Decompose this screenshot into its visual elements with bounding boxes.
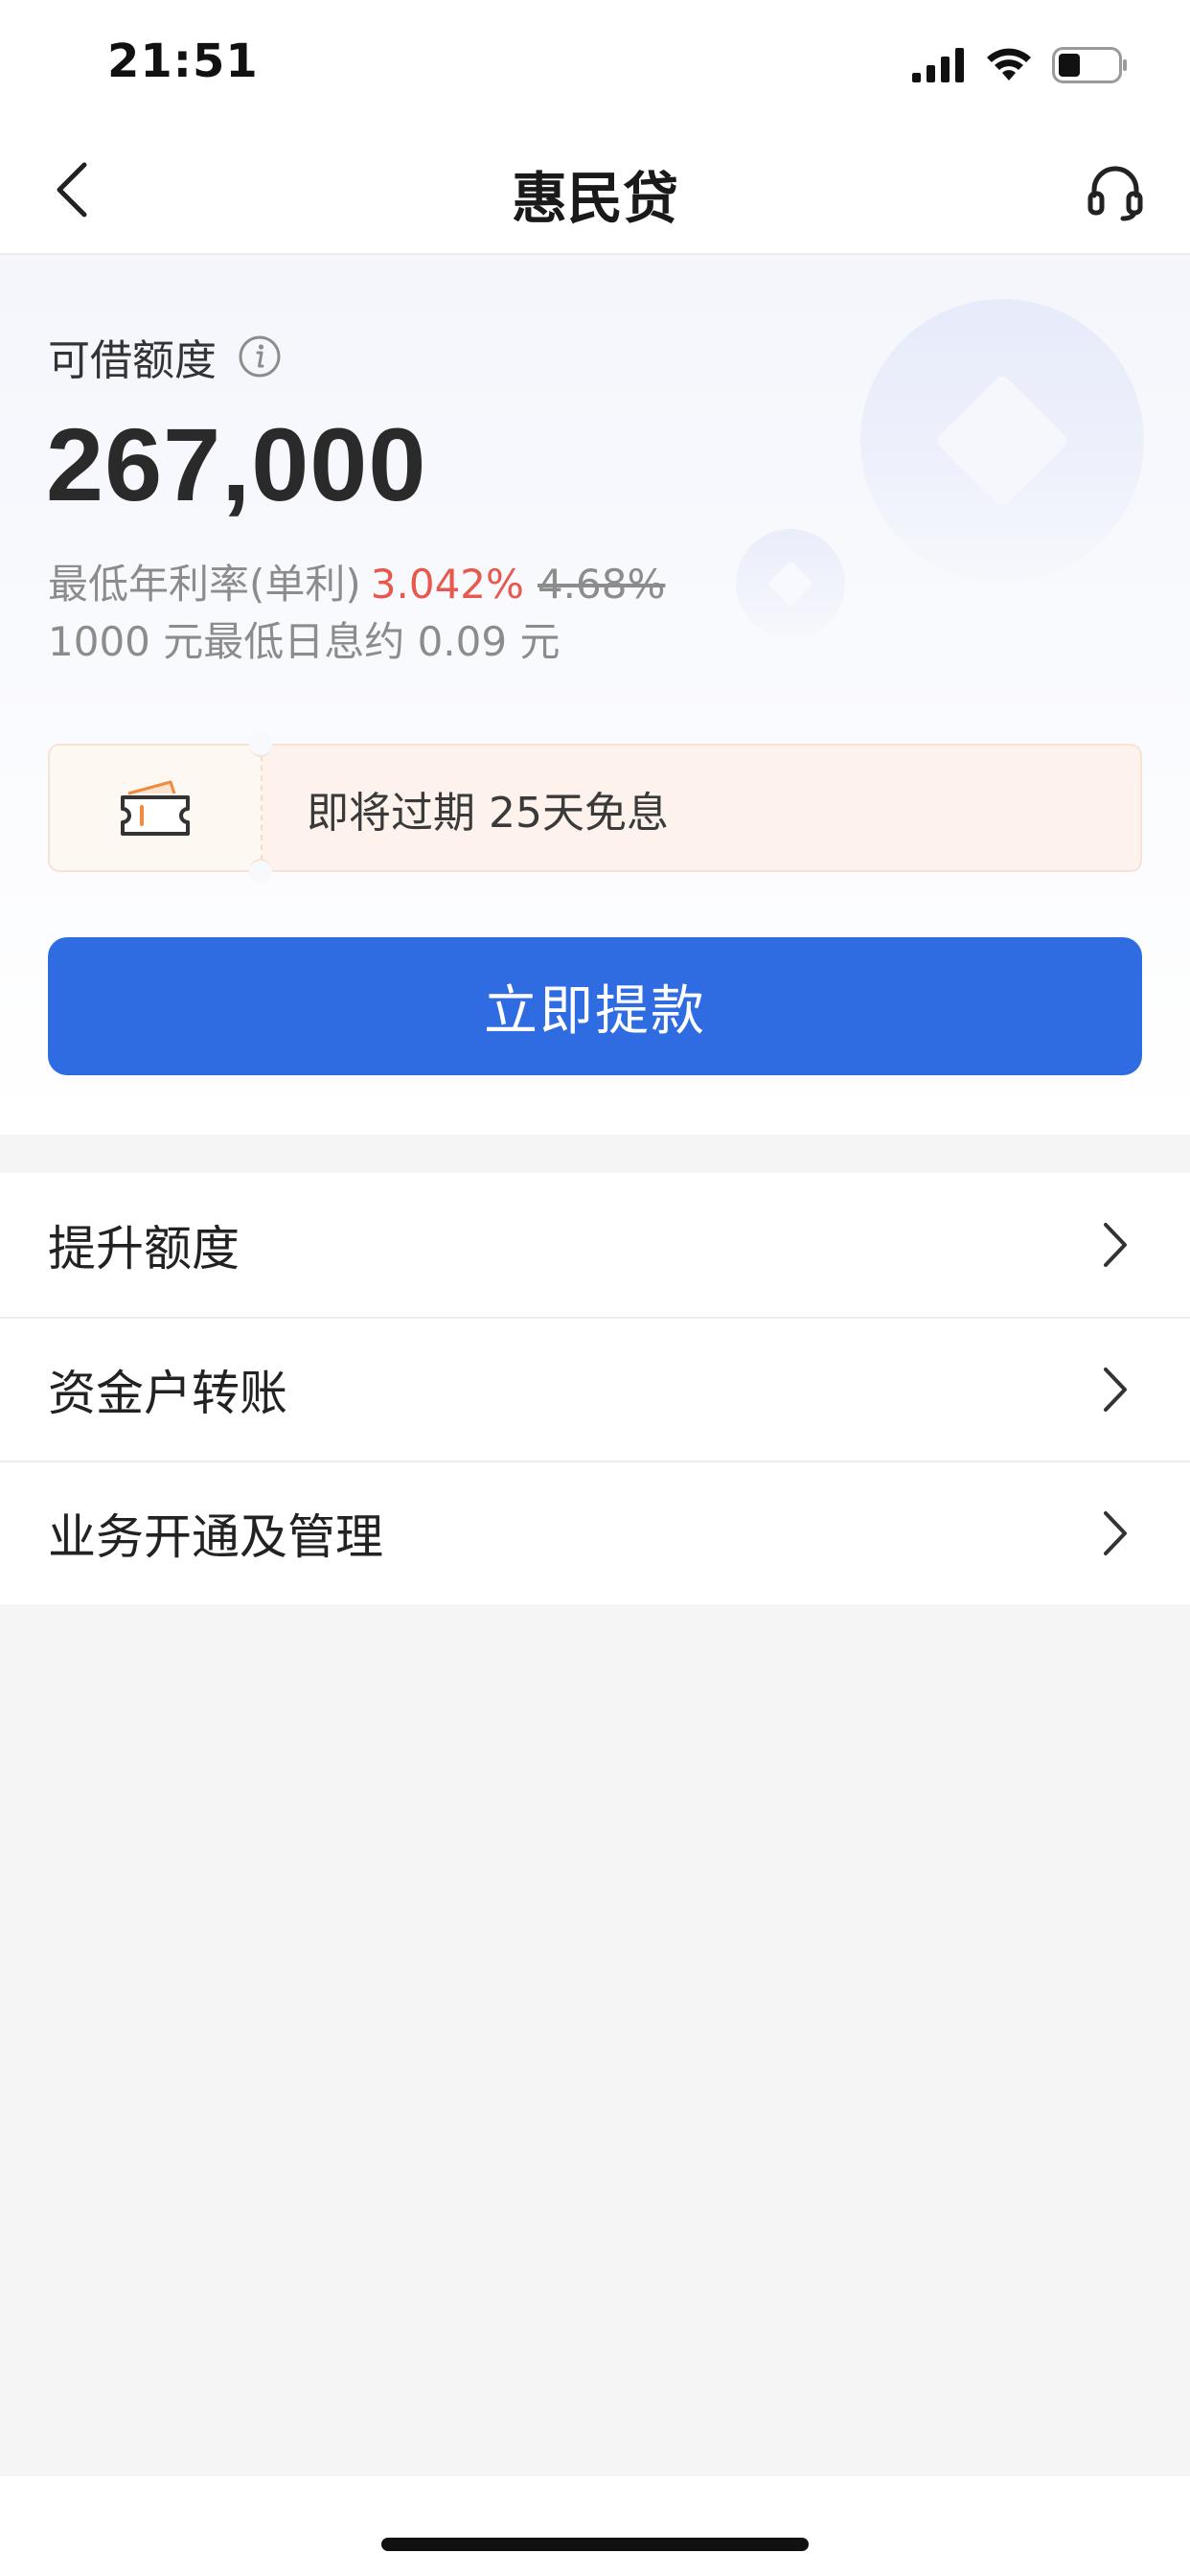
coupon-text: 即将过期 25天免息 <box>307 789 669 838</box>
coupon-icon-area <box>50 746 263 870</box>
cellular-signal-icon <box>912 48 964 82</box>
headset-icon <box>1087 166 1143 221</box>
rate-line: 最低年利率(单利) 3.042% 4.68% <box>48 552 665 610</box>
customer-service-button[interactable] <box>1079 155 1152 228</box>
menu-item-label: 提升额度 <box>48 1221 240 1276</box>
credit-label: 可借额度 <box>48 336 217 385</box>
chevron-right-icon <box>1088 1218 1142 1272</box>
chevron-right-icon <box>1088 1506 1142 1560</box>
nav-bar: 惠民贷 <box>0 126 1190 255</box>
menu-item-fund-transfer[interactable]: 资金户转账 <box>0 1317 1190 1460</box>
status-time: 21:51 <box>107 34 259 88</box>
bottom-bar <box>0 2476 1190 2576</box>
ticket-icon <box>121 780 190 836</box>
battery-icon <box>1052 47 1127 83</box>
menu-item-business-management[interactable]: 业务开通及管理 <box>0 1460 1190 1604</box>
page-title: 惠民贷 <box>511 166 678 231</box>
wifi-icon <box>987 48 1031 80</box>
rate-original: 4.68% <box>537 561 666 608</box>
daily-interest: 1000 元最低日息约 0.09 元 <box>48 618 561 665</box>
coupon-banner[interactable]: 即将过期 25天免息 <box>48 732 1142 884</box>
menu-item-raise-limit[interactable]: 提升额度 <box>0 1173 1190 1317</box>
menu-item-label: 业务开通及管理 <box>48 1509 383 1565</box>
screen: 21:51 惠民贷 可借额度 267,000 最低年利率(单利) 3.042% … <box>0 0 1190 2576</box>
status-bar: 21:51 <box>0 0 1190 126</box>
withdraw-button[interactable]: 立即提款 <box>48 937 1142 1075</box>
chevron-right-icon <box>1088 1363 1142 1416</box>
credit-amount: 267,000 <box>46 406 427 522</box>
menu-list: 提升额度 资金户转账 业务开通及管理 <box>0 1173 1190 1604</box>
coupon-notch <box>249 859 272 884</box>
rate-label: 最低年利率(单利) <box>48 561 361 608</box>
home-indicator[interactable] <box>381 2538 809 2551</box>
info-icon[interactable] <box>238 334 282 379</box>
rate-current: 3.042% <box>370 561 524 608</box>
menu-item-label: 资金户转账 <box>48 1366 287 1421</box>
credit-card: 可借额度 267,000 最低年利率(单利) 3.042% 4.68% 1000 元… <box>0 255 1190 1135</box>
credit-label-row: 可借额度 <box>48 326 282 387</box>
status-icons <box>912 44 1129 86</box>
coupon-notch <box>249 732 272 757</box>
